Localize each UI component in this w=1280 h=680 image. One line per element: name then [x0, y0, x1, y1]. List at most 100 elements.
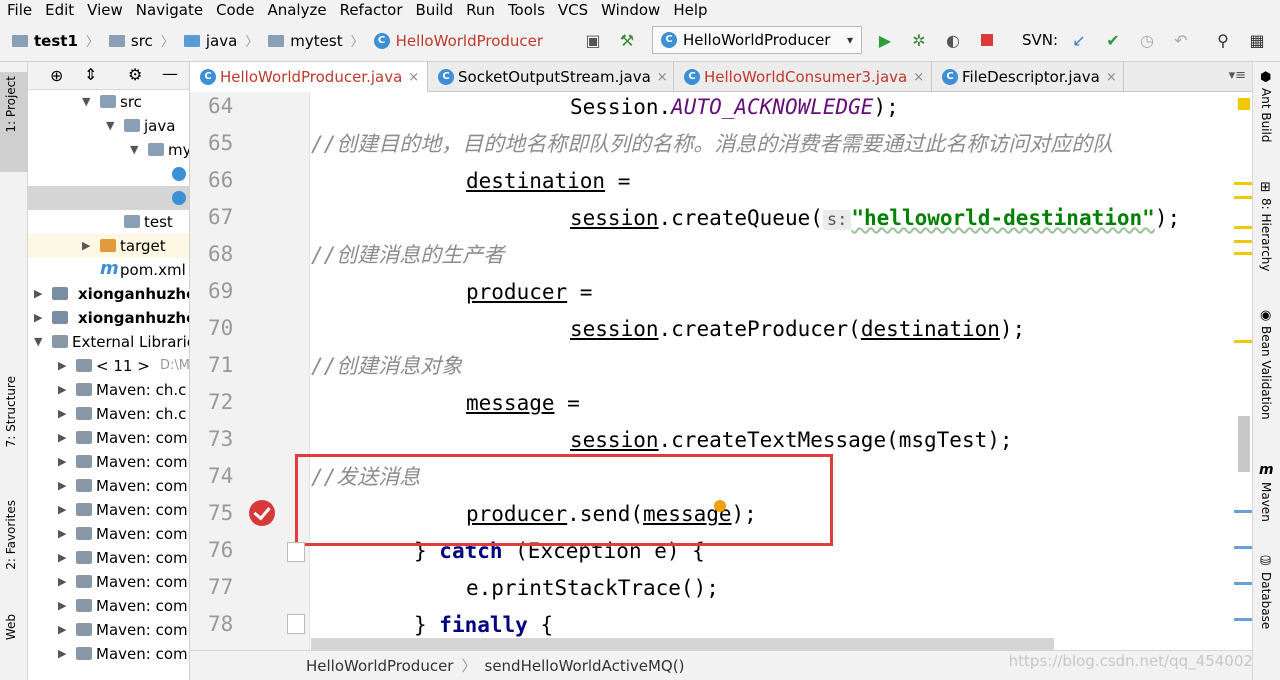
project-tab-label[interactable]: 1: Project: [4, 76, 18, 133]
tree-item[interactable]: ▶ Maven: com: [28, 498, 189, 522]
build-target-icon[interactable]: ▣: [584, 31, 602, 50]
tab-filedescriptor[interactable]: C FileDescriptor.java ×: [932, 62, 1124, 92]
error-stripe-marker[interactable]: [1234, 546, 1252, 549]
structure-tab-label[interactable]: 7: Structure: [4, 376, 18, 447]
tree-item[interactable]: ▶ Maven: com: [28, 522, 189, 546]
error-stripe-marker[interactable]: [1234, 510, 1252, 513]
error-stripe-marker[interactable]: [1234, 252, 1252, 255]
tree-item[interactable]: ▼ src: [28, 90, 189, 114]
close-icon[interactable]: ×: [408, 70, 419, 85]
svn-update-icon[interactable]: ↙: [1070, 31, 1088, 50]
chevron-right-icon[interactable]: ▶: [58, 474, 66, 498]
breadcrumb-class-item[interactable]: HelloWorldProducer: [306, 657, 453, 675]
tree-item[interactable]: H: [28, 162, 189, 186]
menu-vcs[interactable]: VCS: [551, 1, 594, 19]
code-editor[interactable]: Session.AUTO_ACKNOWLEDGE); //创建目的地，目的地名称…: [311, 92, 1252, 650]
run-configuration-dropdown[interactable]: C HelloWorldProducer ▾: [652, 26, 862, 54]
run-icon[interactable]: ▶: [876, 31, 894, 50]
database-tab[interactable]: Database: [1259, 572, 1273, 629]
chevron-right-icon[interactable]: ▶: [58, 402, 66, 426]
close-icon[interactable]: ×: [657, 70, 668, 85]
tree-item[interactable]: ▼ java: [28, 114, 189, 138]
error-stripe-marker[interactable]: [1234, 618, 1252, 621]
breadcrumb-package[interactable]: mytest 〉: [268, 31, 364, 50]
chevron-right-icon[interactable]: ▶: [34, 306, 42, 330]
tree-item[interactable]: ▶ xionganhuzhe: [28, 282, 189, 306]
web-tab-label[interactable]: Web: [4, 614, 18, 640]
tree-item[interactable]: ▶ xionganhuzhe: [28, 306, 189, 330]
breadcrumb-method-item[interactable]: sendHelloWorldActiveMQ(): [485, 657, 685, 675]
menu-code[interactable]: Code: [209, 1, 260, 19]
menu-run[interactable]: Run: [459, 1, 501, 19]
tab-overflow-icon[interactable]: ▾≡: [1229, 68, 1246, 83]
tree-item[interactable]: ▶ Maven: com: [28, 546, 189, 570]
tree-item[interactable]: H: [28, 186, 189, 210]
tree-item[interactable]: ▼ myte: [28, 138, 189, 162]
chevron-right-icon[interactable]: ▶: [58, 570, 66, 594]
chevron-right-icon[interactable]: ▶: [58, 594, 66, 618]
tree-item[interactable]: ▼ External Librarie: [28, 330, 189, 354]
breadcrumb-java[interactable]: java 〉: [183, 31, 258, 50]
intention-bulb-icon[interactable]: [714, 500, 726, 512]
close-icon[interactable]: ×: [913, 70, 924, 85]
chevron-right-icon[interactable]: ▶: [58, 522, 66, 546]
tree-item[interactable]: ▶ Maven: com: [28, 642, 189, 666]
chevron-down-icon[interactable]: ▼: [34, 330, 42, 354]
menu-edit[interactable]: Edit: [38, 1, 80, 19]
tab-helloworldproducer[interactable]: C HelloWorldProducer.java ×: [190, 62, 428, 92]
tree-item[interactable]: ▶ Maven: com: [28, 594, 189, 618]
tab-socketoutputstream[interactable]: C SocketOutputStream.java ×: [428, 62, 674, 92]
chevron-right-icon[interactable]: ▶: [58, 618, 66, 642]
tree-item[interactable]: ▶ < 11 > D:\M: [28, 354, 189, 378]
locate-icon[interactable]: ⊕: [50, 66, 63, 85]
chevron-right-icon[interactable]: ▶: [58, 642, 66, 666]
menu-build[interactable]: Build: [409, 1, 460, 19]
error-stripe-marker[interactable]: [1234, 196, 1252, 199]
gear-icon[interactable]: ⚙: [128, 65, 142, 84]
coverage-icon[interactable]: ◐: [944, 31, 962, 50]
build-hammer-icon[interactable]: ⚒: [618, 31, 636, 50]
tree-item[interactable]: ▶ Maven: com: [28, 450, 189, 474]
tree-item[interactable]: ▶ Maven: com: [28, 618, 189, 642]
breadcrumb-project[interactable]: test1 〉: [12, 31, 99, 50]
chevron-right-icon[interactable]: ▶: [58, 450, 66, 474]
svn-commit-icon[interactable]: ✔: [1104, 31, 1122, 50]
horizontal-scrollbar[interactable]: [311, 638, 1054, 650]
chevron-down-icon[interactable]: ▼: [130, 138, 138, 162]
error-stripe-marker[interactable]: [1234, 240, 1252, 243]
menu-refactor[interactable]: Refactor: [333, 1, 409, 19]
menu-analyze[interactable]: Analyze: [260, 1, 332, 19]
tab-helloworldconsumer3[interactable]: C HelloWorldConsumer3.java ×: [674, 62, 932, 92]
favorites-tab-label[interactable]: 2: Favorites: [4, 500, 18, 570]
debug-icon[interactable]: ✲: [910, 31, 928, 50]
breakpoint-icon[interactable]: [249, 500, 275, 526]
breadcrumb-class[interactable]: C HelloWorldProducer: [373, 32, 543, 50]
tree-item[interactable]: ▶ Maven: com: [28, 570, 189, 594]
chevron-right-icon[interactable]: ▶: [58, 546, 66, 570]
collapse-all-icon[interactable]: ⇕: [84, 65, 97, 84]
tree-item[interactable]: ▶ target: [28, 234, 189, 258]
hide-icon[interactable]: —: [162, 64, 178, 83]
chevron-right-icon[interactable]: ▶: [58, 378, 66, 402]
menu-navigate[interactable]: Navigate: [129, 1, 209, 19]
menu-tools[interactable]: Tools: [501, 1, 551, 19]
chevron-down-icon[interactable]: ▼: [106, 114, 114, 138]
chevron-right-icon[interactable]: ▶: [58, 498, 66, 522]
menu-view[interactable]: View: [80, 1, 129, 19]
tree-item[interactable]: ▶ Maven: com: [28, 474, 189, 498]
tree-item[interactable]: ▶ Maven: com: [28, 426, 189, 450]
vertical-scrollbar[interactable]: [1238, 416, 1250, 472]
close-icon[interactable]: ×: [1106, 70, 1117, 85]
revert-icon[interactable]: ↶: [1172, 31, 1190, 50]
hierarchy-tab[interactable]: 8: Hierarchy: [1259, 198, 1273, 272]
error-stripe-marker[interactable]: [1234, 582, 1252, 585]
tree-item[interactable]: ▶ Maven: ch.c: [28, 378, 189, 402]
chevron-right-icon[interactable]: ▶: [34, 282, 42, 306]
search-everywhere-icon[interactable]: ▦: [1248, 31, 1266, 50]
tree-item[interactable]: ▶ Maven: ch.c: [28, 402, 189, 426]
fold-icon[interactable]: [287, 542, 305, 562]
bean-validation-tab[interactable]: Bean Validation: [1259, 326, 1273, 420]
chevron-right-icon[interactable]: ▶: [58, 354, 66, 378]
stop-icon[interactable]: [978, 31, 996, 49]
search-icon[interactable]: ⚲: [1214, 31, 1232, 50]
